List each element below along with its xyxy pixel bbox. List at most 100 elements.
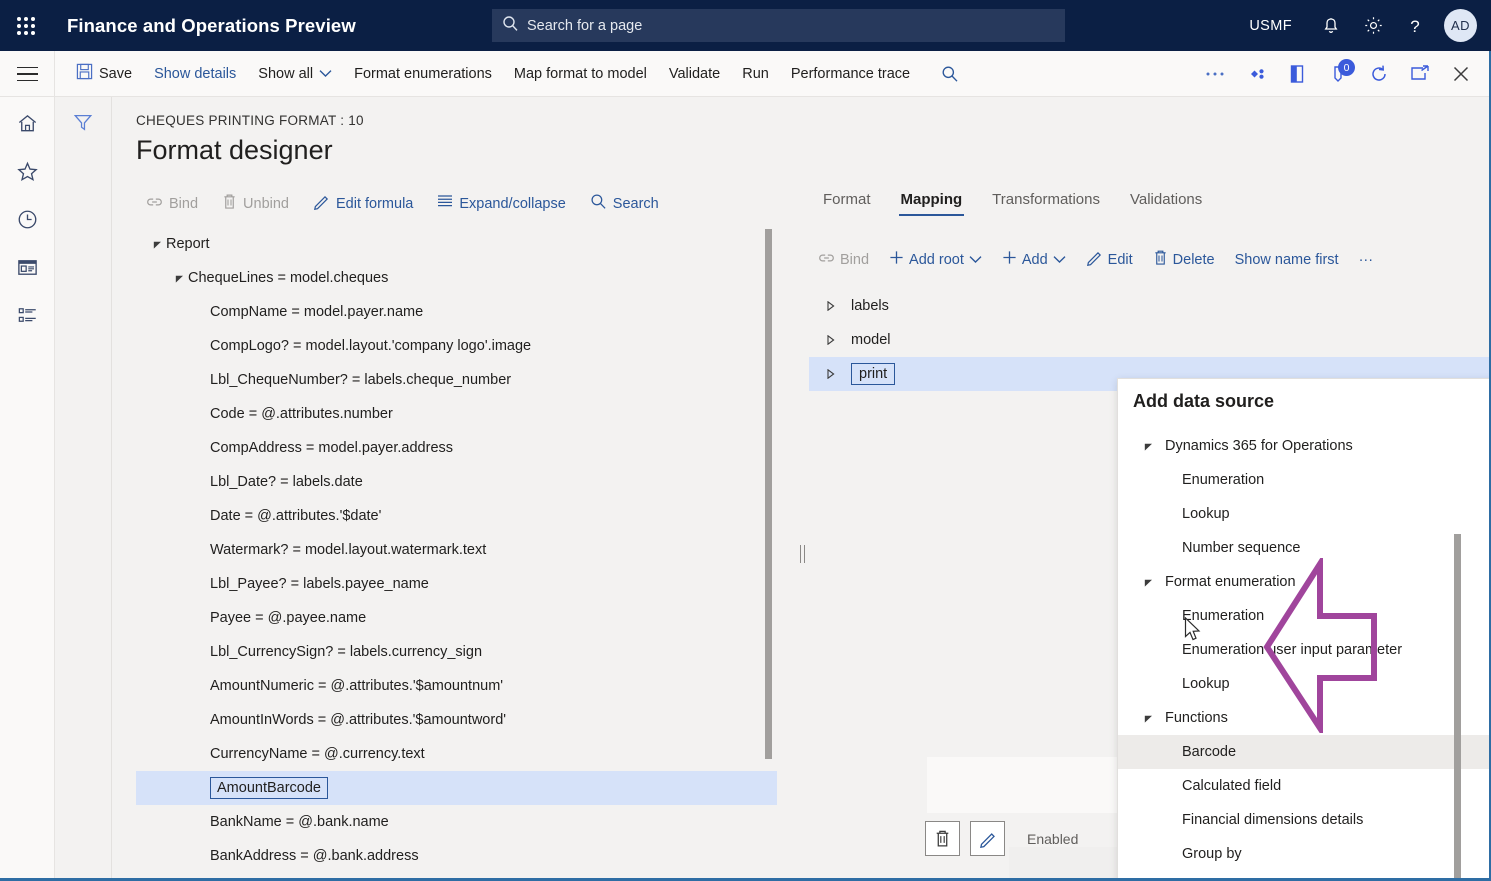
data-source-row[interactable]: model [809,323,1491,357]
format-tree-row[interactable]: Date = @.attributes.'$date' [136,499,791,533]
save-label: Save [99,65,133,82]
format-tree-row[interactable]: CurrencyName = @.currency.text [136,737,791,771]
tree-twisty-icon[interactable] [148,227,166,261]
run-button[interactable]: Run [731,51,780,97]
data-source-option[interactable]: Group by [1118,837,1491,871]
format-tree-row[interactable]: Payee = @.payee.name [136,601,791,635]
tab-validations[interactable]: Validations [1116,185,1216,218]
dropdown-inner-scrollbar[interactable] [1454,534,1461,881]
format-tree-row[interactable]: BankName = @.bank.name [136,805,791,839]
notification-bell-icon[interactable] [1310,0,1352,51]
data-source-option[interactable]: Enumeration user input parameter [1118,633,1491,667]
format-tree-row[interactable]: AmountBarcode [136,771,777,805]
format-tree-row[interactable]: Lbl_Date? = labels.date [136,465,791,499]
format-tree-row[interactable]: AmountNumeric = @.attributes.'$amountnum… [136,669,791,703]
add-button[interactable]: Add [993,246,1075,273]
show-name-first-button[interactable]: Show name first [1226,248,1348,272]
tree-twisty-icon[interactable] [809,357,851,391]
pane-splitter[interactable] [795,227,809,881]
bind-button[interactable]: Bind [136,191,208,217]
home-icon[interactable] [9,106,45,140]
global-search-input[interactable]: Search for a page [492,9,1065,42]
filter-funnel-icon[interactable] [66,107,100,137]
tab-mapping[interactable]: Mapping [887,185,977,218]
scrollbar-thumb[interactable] [1454,534,1461,881]
mapping-edit-button[interactable]: Edit [1077,245,1142,274]
expand-collapse-button[interactable]: Expand/collapse [427,190,575,217]
tree-twisty-icon[interactable] [1118,578,1165,587]
search-button[interactable]: Search [580,189,669,218]
format-tree-row[interactable]: CompName = model.payer.name [136,295,791,329]
unbind-button[interactable]: Unbind [212,189,299,218]
avatar[interactable]: AD [1444,9,1477,42]
hamburger-menu-icon[interactable] [0,51,55,97]
show-details-button[interactable]: Show details [143,51,247,97]
format-tree-row-label: AmountNumeric = @.attributes.'$amountnum… [210,678,504,694]
format-tree-row-label: Report [166,236,210,252]
data-source-option[interactable]: Enumeration [1118,599,1491,633]
tree-twisty-icon[interactable] [809,289,851,323]
app-title: Finance and Operations Preview [67,14,356,36]
scrollbar-thumb[interactable] [765,229,772,759]
tab-transformations[interactable]: Transformations [978,185,1114,218]
format-tree-row[interactable]: Lbl_Payee? = labels.payee_name [136,567,791,601]
format-tree-row[interactable]: BankAddress = @.bank.address [136,839,791,873]
tree-twisty-icon[interactable] [1118,442,1165,451]
tree-twisty-icon[interactable] [809,323,851,357]
format-tree-scrollbar[interactable] [765,229,772,877]
data-source-option[interactable]: Enumeration [1118,463,1491,497]
format-tree-row[interactable]: Code = @.attributes.number [136,397,791,431]
format-tree-row[interactable]: Lbl_CurrencySign? = labels.currency_sign [136,635,791,669]
show-all-dropdown[interactable]: Show all [247,51,343,97]
close-icon[interactable] [1440,51,1481,97]
map-format-to-model-button[interactable]: Map format to model [503,51,658,97]
format-tree-row[interactable]: CompLogo? = model.layout.'company logo'.… [136,329,791,363]
tree-twisty-icon[interactable] [170,261,188,295]
data-source-option[interactable]: Calculated field [1118,769,1491,803]
attachments-icon[interactable] [1235,51,1276,97]
mapping-delete-button[interactable]: Delete [1144,245,1224,274]
favorites-star-icon[interactable] [9,154,45,188]
format-tree-row[interactable]: Watermark? = model.layout.watermark.text [136,533,791,567]
recent-clock-icon[interactable] [9,202,45,236]
data-source-category[interactable]: Dynamics 365 for Operations [1118,429,1491,463]
open-in-office-icon[interactable] [1276,51,1317,97]
data-source-row[interactable]: labels [809,289,1491,323]
tab-format[interactable]: Format [809,185,885,218]
delete-data-source-button[interactable] [925,821,960,856]
page-title: Format designer [136,135,333,165]
format-enumerations-button[interactable]: Format enumerations [343,51,503,97]
overflow-menu-icon[interactable] [1194,51,1235,97]
help-question-icon[interactable]: ? [1394,0,1436,51]
data-source-option[interactable]: Financial dimensions details [1118,803,1491,837]
tree-twisty-icon[interactable] [1118,714,1165,723]
edit-data-source-button[interactable] [970,821,1005,856]
data-source-category[interactable]: Format enumeration [1118,565,1491,599]
edit-formula-button[interactable]: Edit formula [303,189,423,218]
data-source-option[interactable]: Number sequence [1118,531,1491,565]
refresh-icon[interactable] [1358,51,1399,97]
modules-list-icon[interactable] [9,298,45,332]
enabled-field[interactable] [1009,847,1119,881]
performance-trace-button[interactable]: Performance trace [780,51,921,97]
data-source-option[interactable]: Lookup [1118,497,1491,531]
validate-button[interactable]: Validate [658,51,731,97]
format-tree-row[interactable]: Report [136,227,791,261]
format-tree-row[interactable]: Lbl_ChequeNumber? = labels.cheque_number [136,363,791,397]
format-tree-row[interactable]: ChequeLines = model.cheques [136,261,791,295]
settings-gear-icon[interactable] [1352,0,1394,51]
format-tree-row[interactable]: CompAddress = model.payer.address [136,431,791,465]
data-source-category[interactable]: Functions [1118,701,1491,735]
popout-icon[interactable] [1399,51,1440,97]
search-icon[interactable] [929,51,970,97]
save-button[interactable]: Save [65,51,143,97]
mapping-bind-button[interactable]: Bind [809,247,878,273]
data-source-option[interactable]: Barcode [1118,735,1491,769]
waffle-grid-icon[interactable] [0,0,51,51]
data-source-option[interactable]: Lookup [1118,667,1491,701]
add-root-button[interactable]: Add root [880,246,991,273]
format-tree-row[interactable]: AmountInWords = @.attributes.'$amountwor… [136,703,791,737]
notes-icon[interactable]: 0 [1317,51,1358,97]
workspaces-icon[interactable] [9,250,45,284]
mapping-overflow-button[interactable]: ··· [1350,248,1383,272]
